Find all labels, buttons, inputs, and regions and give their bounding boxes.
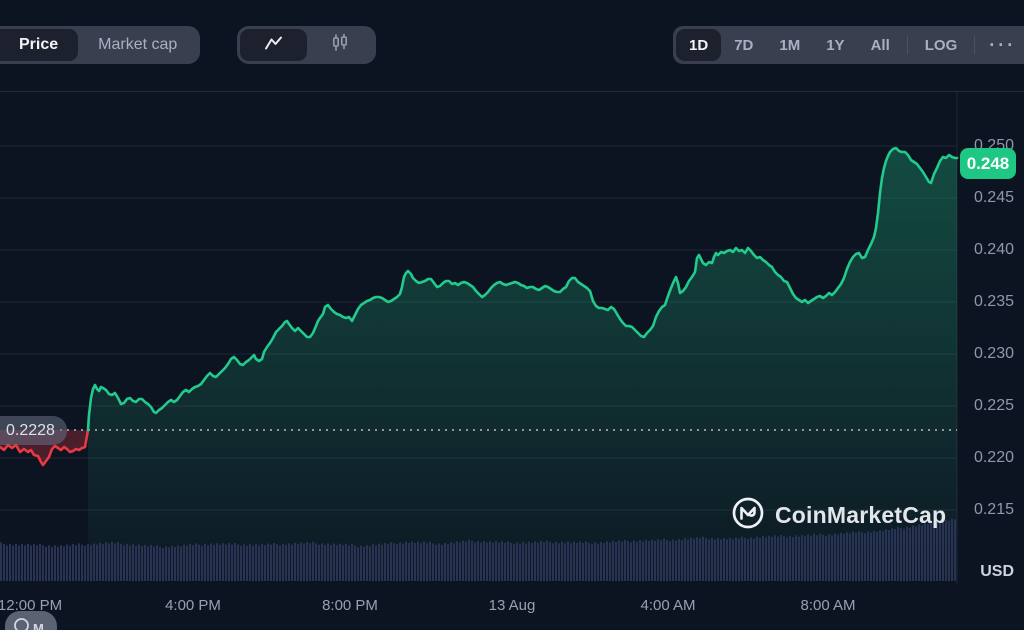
tab-price[interactable]: Price [0, 29, 78, 61]
y-tick-label: 0.220 [962, 448, 1014, 468]
corner-badge-logo-icon [13, 617, 30, 630]
timeframe-all-label: All [871, 37, 890, 54]
timeframe-all[interactable]: All [858, 29, 903, 61]
x-tick-label: 8:00 PM [322, 597, 378, 614]
y-tick-label: 0.225 [962, 396, 1014, 416]
current-price-badge: 0.248 [960, 148, 1016, 179]
toolbar-separator [0, 91, 1024, 92]
y-axis-unit-label: USD [962, 563, 1014, 581]
timeframe-1y-label: 1Y [826, 37, 844, 54]
y-tick-label: 0.215 [962, 500, 1014, 520]
x-tick-label: 4:00 PM [165, 597, 221, 614]
timeframe-1d-label: 1D [689, 37, 708, 54]
line-chart-icon [264, 35, 283, 56]
crypto-price-chart-panel: Price Market cap 1D 7D 1M 1Y All LOG ··· [0, 0, 1024, 630]
y-tick-label: 0.245 [962, 188, 1014, 208]
x-tick-label: 13 Aug [489, 597, 536, 614]
metric-toggle: Price Market cap [0, 26, 200, 64]
watermark: CoinMarketCap [731, 496, 946, 535]
timeframe-1y[interactable]: 1Y [813, 29, 857, 61]
timeframe-1m[interactable]: 1M [766, 29, 813, 61]
previous-close-label: 0.2228 [0, 416, 67, 445]
chart-type-toggle [237, 26, 376, 64]
timeframe-1d[interactable]: 1D [676, 29, 721, 61]
y-tick-label: 0.240 [962, 240, 1014, 260]
price-chart-canvas[interactable] [0, 0, 1024, 630]
log-scale-toggle[interactable]: LOG [912, 29, 971, 61]
x-tick-label: 8:00 AM [800, 597, 855, 614]
timeframe-7d[interactable]: 7D [721, 29, 766, 61]
y-tick-label: 0.230 [962, 344, 1014, 364]
timeframe-7d-label: 7D [734, 37, 753, 54]
log-label: LOG [925, 37, 958, 54]
watermark-text: CoinMarketCap [775, 502, 946, 529]
timeframe-selector: 1D 7D 1M 1Y All LOG ··· [673, 26, 1024, 64]
corner-badge[interactable]: M [5, 611, 57, 630]
timeframe-1m-label: 1M [779, 37, 800, 54]
more-options-icon[interactable]: ··· [979, 35, 1024, 56]
coinmarketcap-logo-icon [731, 496, 765, 535]
corner-badge-glyph: M [33, 621, 44, 630]
candlestick-icon [331, 33, 349, 57]
x-tick-label: 4:00 AM [640, 597, 695, 614]
tab-market-cap[interactable]: Market cap [78, 29, 197, 61]
divider [907, 36, 908, 54]
tab-price-label: Price [19, 36, 58, 54]
divider [974, 36, 975, 54]
line-chart-toggle[interactable] [240, 29, 307, 61]
tab-market-cap-label: Market cap [98, 36, 177, 54]
y-tick-label: 0.235 [962, 292, 1014, 312]
candlestick-toggle[interactable] [307, 29, 373, 61]
